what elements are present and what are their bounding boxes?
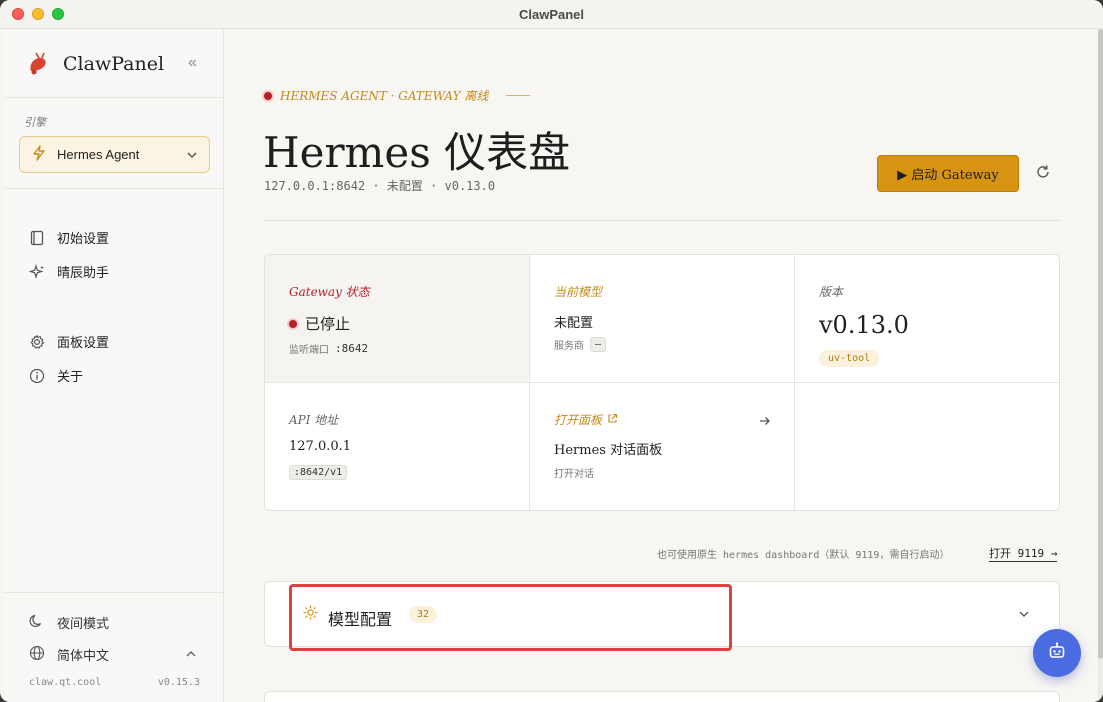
card-sub: 监听端口 :8642 — [289, 341, 368, 356]
card-sub-label: 打开对话 — [554, 469, 594, 480]
page-title: Hermes 仪表盘 — [263, 128, 571, 177]
sidebar-item-label: 关于 — [57, 369, 84, 384]
engine-select[interactable]: Hermes Agent — [19, 136, 210, 173]
card-value: v0.13.0 — [819, 311, 909, 339]
main-scrollbar[interactable] — [1098, 29, 1103, 702]
start-gateway-button[interactable]: ▶ 启动 Gateway — [877, 155, 1019, 192]
sidebar-item-label: 晴辰助手 — [57, 265, 110, 280]
card-sub: 服务商 — — [554, 337, 607, 352]
card-value: 未配置 — [554, 316, 594, 331]
card-sub-value: — — [590, 337, 607, 352]
sidebar-item-label: 初始设置 — [57, 231, 110, 246]
zoom-window-button[interactable] — [52, 8, 64, 20]
sidebar-divider — [5, 188, 224, 189]
offline-status-dot — [264, 91, 272, 100]
current-model-card: 当前模型 未配置 服务商 — — [530, 255, 795, 383]
sidebar-item-assistant[interactable]: 晴辰助手 — [29, 262, 109, 281]
card-label: Gateway 状态 — [289, 285, 370, 299]
robot-icon — [1047, 641, 1067, 666]
sidebar-footer: claw.qt.cool v0.15.3 — [29, 677, 200, 688]
bolt-icon — [32, 144, 50, 165]
brand: ClawPanel — [25, 51, 164, 77]
lobster-logo-icon — [25, 51, 51, 77]
moon-icon — [29, 613, 45, 632]
next-section-card[interactable] — [264, 691, 1060, 702]
language-select[interactable]: 简体中文 — [29, 645, 109, 664]
card-label: 打开面板 — [554, 413, 603, 427]
header-divider — [264, 220, 1060, 221]
card-value: 127.0.0.1 — [289, 439, 352, 454]
refresh-icon[interactable] — [1035, 164, 1051, 185]
gear-icon — [29, 334, 45, 350]
gateway-status-card: Gateway 状态 已停止 监听端口 :8642 — [265, 255, 530, 383]
version-card: 版本 v0.13.0 uv-tool — [795, 255, 1059, 383]
model-count-badge: 32 — [409, 606, 438, 623]
eyebrow-text: HERMES AGENT · GATEWAY 离线 — [280, 89, 489, 103]
chevron-down-icon — [187, 148, 197, 162]
footer-domain: claw.qt.cool — [29, 677, 102, 688]
night-mode-toggle[interactable]: 夜间模式 — [29, 613, 109, 632]
window-title: ClawPanel — [518, 6, 585, 22]
minimize-window-button[interactable] — [32, 8, 44, 20]
scrollbar-thumb[interactable] — [1098, 29, 1103, 659]
sidebar-item-panel-settings[interactable]: 面板设置 — [29, 332, 109, 351]
eyebrow-rule — [506, 95, 531, 96]
assistant-fab-button[interactable] — [1033, 629, 1081, 677]
engine-label: 引擎 — [24, 117, 46, 129]
card-sub: :8642/v1 — [289, 465, 348, 480]
card-value: Hermes 对话面板 — [554, 443, 663, 458]
collapse-sidebar-button[interactable]: « — [188, 54, 197, 72]
night-mode-label: 夜间模式 — [57, 616, 110, 631]
card-value: 已停止 — [305, 315, 351, 333]
app-window: ClawPanel ClawPanel « 引擎 Hermes Agent 初始… — [0, 0, 1103, 702]
globe-icon — [29, 645, 45, 664]
external-link-icon — [607, 413, 618, 427]
stopped-status-dot — [289, 319, 297, 328]
api-address-card: API 地址 127.0.0.1 :8642/v1 — [265, 383, 530, 510]
footer-version: v0.15.3 — [157, 677, 200, 688]
sidebar-divider — [5, 592, 224, 593]
window-controls — [12, 8, 64, 20]
card-label: 当前模型 — [554, 285, 603, 299]
card-sub: 打开对话 — [554, 465, 594, 480]
open-panel-card[interactable]: 打开面板 Hermes 对话面板 打开对话 — [530, 383, 795, 510]
main-content: HERMES AGENT · GATEWAY 离线 Hermes 仪表盘 127… — [225, 29, 1103, 702]
card-label-row: 打开面板 — [554, 411, 618, 428]
open-9119-link[interactable]: 打开 9119 → — [989, 545, 1058, 562]
engine-select-value: Hermes Agent — [57, 147, 140, 162]
status-eyebrow: HERMES AGENT · GATEWAY 离线 — [264, 87, 531, 104]
page-subtitle: 127.0.0.1:8642 · 未配置 · v0.13.0 — [264, 179, 496, 193]
card-sub-value: :8642 — [335, 342, 369, 355]
brand-name: ClawPanel — [63, 53, 165, 75]
sidebar-item-about[interactable]: 关于 — [29, 366, 83, 385]
empty-card — [795, 383, 1059, 510]
model-config-title: 模型配置 — [328, 610, 393, 629]
sidebar-divider — [5, 97, 224, 98]
sidebar: ClawPanel « 引擎 Hermes Agent 初始设置 晴辰助手 面板… — [5, 29, 224, 702]
install-method-badge: uv-tool — [819, 350, 880, 367]
sidebar-item-label: 面板设置 — [57, 335, 110, 350]
card-sub-label: 监听端口 — [289, 345, 329, 356]
arrow-right-icon — [759, 413, 771, 431]
sidebar-item-setup[interactable]: 初始设置 — [29, 228, 109, 247]
chevron-down-icon[interactable] — [1019, 606, 1029, 621]
close-window-button[interactable] — [12, 8, 24, 20]
chevron-up-icon[interactable] — [186, 646, 196, 660]
sparkle-icon — [29, 263, 45, 280]
book-icon — [29, 230, 45, 246]
card-sub-value: :8642/v1 — [289, 465, 348, 480]
language-label: 简体中文 — [57, 648, 110, 663]
status-grid: Gateway 状态 已停止 监听端口 :8642 当前模型 未配置 服务商 — — [264, 254, 1060, 511]
card-sub-label: 服务商 — [554, 341, 584, 352]
gateway-status-value: 已停止 — [289, 313, 350, 334]
title-bar: ClawPanel — [0, 0, 1103, 29]
info-icon — [29, 368, 45, 384]
dashboard-hint: 也可使用原生 hermes dashboard（默认 9119，需自行启动） — [657, 550, 950, 561]
sun-icon — [303, 605, 318, 624]
card-label: API 地址 — [289, 413, 339, 427]
card-label: 版本 — [819, 285, 844, 299]
